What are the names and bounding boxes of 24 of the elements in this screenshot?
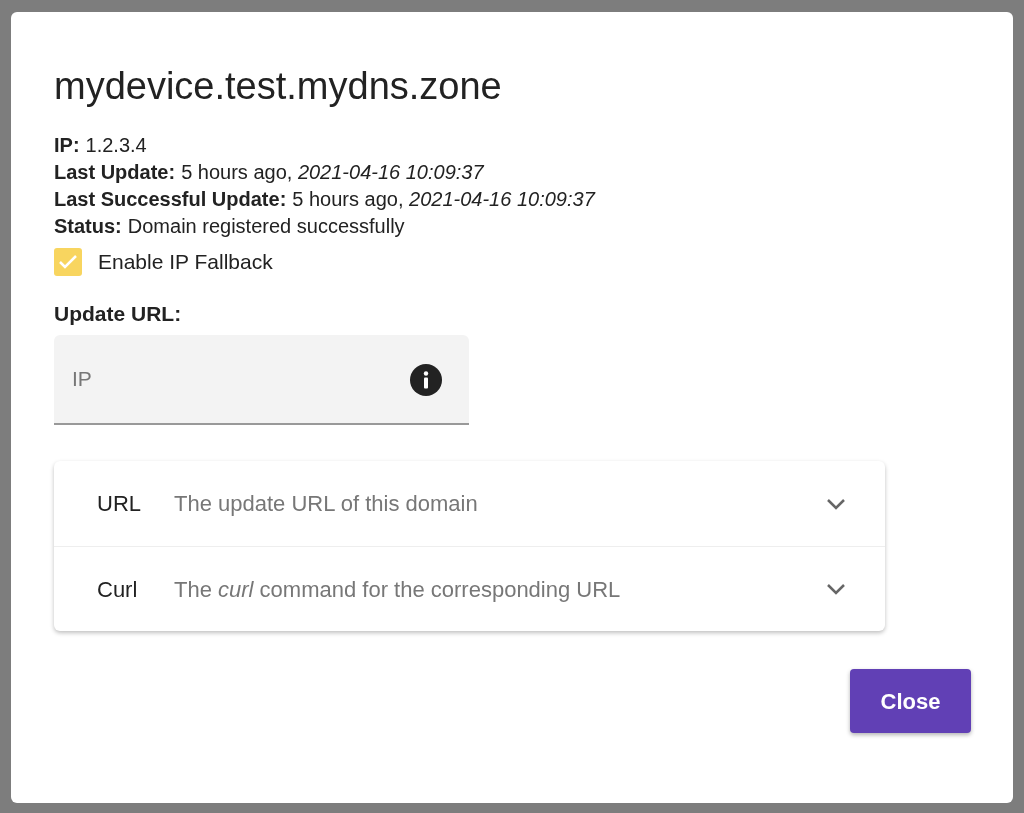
checkbox-label: Enable IP Fallback — [98, 249, 273, 275]
detail-value: 5 hours ago, 2021-04-16 10:09:37 — [181, 160, 484, 185]
chevron-icon — [825, 582, 847, 596]
accordion-item[interactable]: URL The update URL of this domain — [54, 461, 885, 546]
checkmark-icon — [58, 253, 78, 270]
section-label: Update URL: — [54, 300, 182, 327]
accordion-title: Curl — [97, 575, 139, 604]
accordion-item[interactable]: Curl The curl command for the corresponding URL — [54, 546, 885, 631]
dialog-title: mydevice.test.mydns.zone — [54, 64, 502, 108]
checkbox[interactable] — [54, 247, 82, 276]
ip-field[interactable]: IP — [54, 335, 469, 425]
accordion-description: The update URL of this domain — [174, 490, 479, 518]
close-button[interactable]: Close — [850, 669, 971, 733]
detail-label: IP: — [54, 133, 80, 158]
detail-value: Domain registered successfully — [127, 214, 405, 239]
detail-label: Status: — [54, 214, 122, 239]
info-icon[interactable] — [410, 364, 442, 396]
chevron-icon — [825, 496, 847, 511]
detail-value: 5 hours ago, 2021-04-16 10:09:37 — [292, 187, 595, 212]
detail-value: 1.2.3.4 — [85, 133, 147, 158]
accordion-description: The curl command for the corresponding URL — [174, 575, 622, 604]
accordion-title: URL — [97, 490, 142, 518]
detail-label: Last Successful Update: — [54, 187, 287, 212]
detail-label: Last Update: — [54, 160, 176, 185]
